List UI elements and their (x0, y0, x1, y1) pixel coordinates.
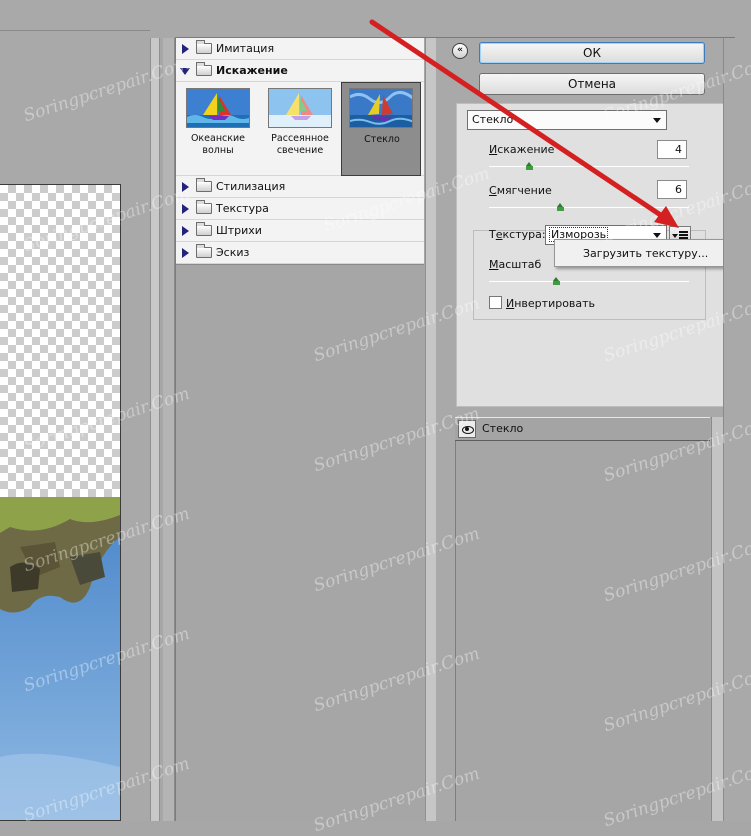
category-label: Текстура (216, 202, 269, 215)
frame-line (175, 37, 735, 38)
preview-image-photo (0, 497, 120, 820)
filter-category-list: Имитация Искажение Океанские волны Рассе… (176, 38, 424, 265)
thumbnail-label: Стекло (364, 134, 400, 145)
expand-arrow-icon[interactable] (182, 182, 189, 192)
load-texture-menu-item[interactable]: Загрузить текстуру... (583, 247, 708, 260)
distortion-slider-handle[interactable] (526, 162, 533, 170)
thumbnail-label: Океанские волны (190, 133, 246, 156)
category-texture[interactable]: Текстура (176, 198, 424, 220)
smoothing-slider-handle[interactable] (557, 203, 564, 211)
category-distortion[interactable]: Искажение (176, 60, 424, 82)
collapse-gallery-icon[interactable]: « (452, 43, 468, 59)
collapse-arrow-icon[interactable] (180, 68, 190, 75)
category-label: Искажение (216, 64, 288, 77)
distortion-slider-track[interactable] (489, 166, 689, 167)
folder-icon (196, 200, 212, 214)
filter-thumbnails: Океанские волны Рассеянное свечение Стек… (176, 82, 424, 176)
folder-icon (196, 40, 212, 54)
preview-divider (163, 38, 175, 821)
menu-arrow-icon (672, 234, 678, 238)
category-label: Стилизация (216, 180, 286, 193)
dropdown-arrow-icon (653, 118, 661, 123)
gallery-scrollbar[interactable] (425, 38, 436, 821)
expand-arrow-icon[interactable] (182, 204, 189, 214)
category-label: Имитация (216, 42, 275, 55)
distortion-input[interactable]: 4 (657, 140, 687, 159)
smoothing-label: Смягчение (489, 184, 552, 197)
visibility-eye-icon[interactable] (458, 420, 476, 438)
smoothing-input[interactable]: 6 (657, 180, 687, 199)
effect-layer-name: Стекло (482, 422, 524, 435)
smoothing-slider-track[interactable] (489, 207, 689, 208)
thumbnail-image (268, 88, 332, 128)
dropdown-arrow-icon (653, 233, 661, 238)
invert-checkbox[interactable] (489, 296, 502, 309)
layers-scrollbar[interactable] (711, 417, 723, 821)
invert-label[interactable]: Инвертировать (506, 297, 595, 310)
folder-open-icon (196, 62, 212, 76)
cancel-button[interactable]: Отмена (479, 73, 705, 95)
preview-canvas[interactable] (0, 184, 121, 821)
scale-label: Масштаб (489, 258, 542, 271)
expand-arrow-icon[interactable] (182, 44, 189, 54)
preview-scrollbar[interactable] (150, 38, 160, 821)
category-stylize[interactable]: Стилизация (176, 176, 424, 198)
ok-button[interactable]: ОК (479, 42, 705, 64)
thumb-diffuse-glow[interactable]: Рассеянное свечение (260, 82, 340, 176)
folder-icon (196, 178, 212, 192)
filter-type-select[interactable]: Стекло (467, 110, 667, 130)
effect-layers-panel (455, 417, 710, 821)
category-imitation[interactable]: Имитация (176, 38, 424, 60)
folder-icon (196, 244, 212, 258)
category-label: Эскиз (216, 246, 250, 259)
thumbnail-label: Рассеянное свечение (271, 133, 329, 156)
thumbnail-image (186, 88, 250, 128)
category-brush-strokes[interactable]: Штрихи (176, 220, 424, 242)
category-sketch[interactable]: Эскиз (176, 242, 424, 264)
scale-slider-track[interactable] (489, 281, 689, 282)
texture-label: Текстура: (489, 228, 546, 241)
thumbnail-image (349, 88, 413, 128)
texture-popup-menu: Загрузить текстуру... (554, 239, 751, 267)
scale-slider-handle[interactable] (553, 277, 560, 285)
folder-icon (196, 222, 212, 236)
expand-arrow-icon[interactable] (182, 226, 189, 236)
filter-type-value: Стекло (472, 113, 514, 126)
menu-lines-icon (679, 231, 688, 239)
thumb-ocean-waves[interactable]: Океанские волны (178, 82, 258, 176)
thumb-glass[interactable]: Стекло (341, 82, 421, 176)
expand-arrow-icon[interactable] (182, 248, 189, 258)
distortion-label: Искажение (489, 143, 555, 156)
filter-gallery-panel: Имитация Искажение Океанские волны Рассе… (175, 38, 436, 821)
dialog-right-edge (723, 38, 751, 821)
category-label: Штрихи (216, 224, 262, 237)
